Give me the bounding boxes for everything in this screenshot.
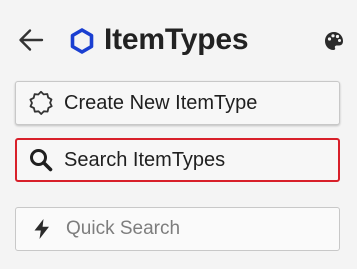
badge-outline-icon	[28, 90, 54, 116]
search-itemtypes-label: Search ItemTypes	[64, 148, 226, 171]
palette-icon[interactable]	[323, 30, 345, 52]
page-title: ItemTypes	[104, 23, 249, 56]
header: ItemTypes	[0, 0, 357, 82]
magnifier-icon	[28, 147, 54, 173]
quick-search-field[interactable]	[15, 207, 340, 251]
search-itemtypes-button[interactable]: Search ItemTypes	[15, 138, 340, 182]
create-itemtype-button[interactable]: Create New ItemType	[15, 81, 340, 125]
arrow-left-icon[interactable]	[18, 27, 44, 53]
hexagon-icon	[69, 27, 95, 55]
lightning-bolt-icon	[30, 217, 54, 241]
quick-search-input[interactable]	[66, 214, 326, 244]
create-itemtype-label: Create New ItemType	[64, 91, 258, 114]
